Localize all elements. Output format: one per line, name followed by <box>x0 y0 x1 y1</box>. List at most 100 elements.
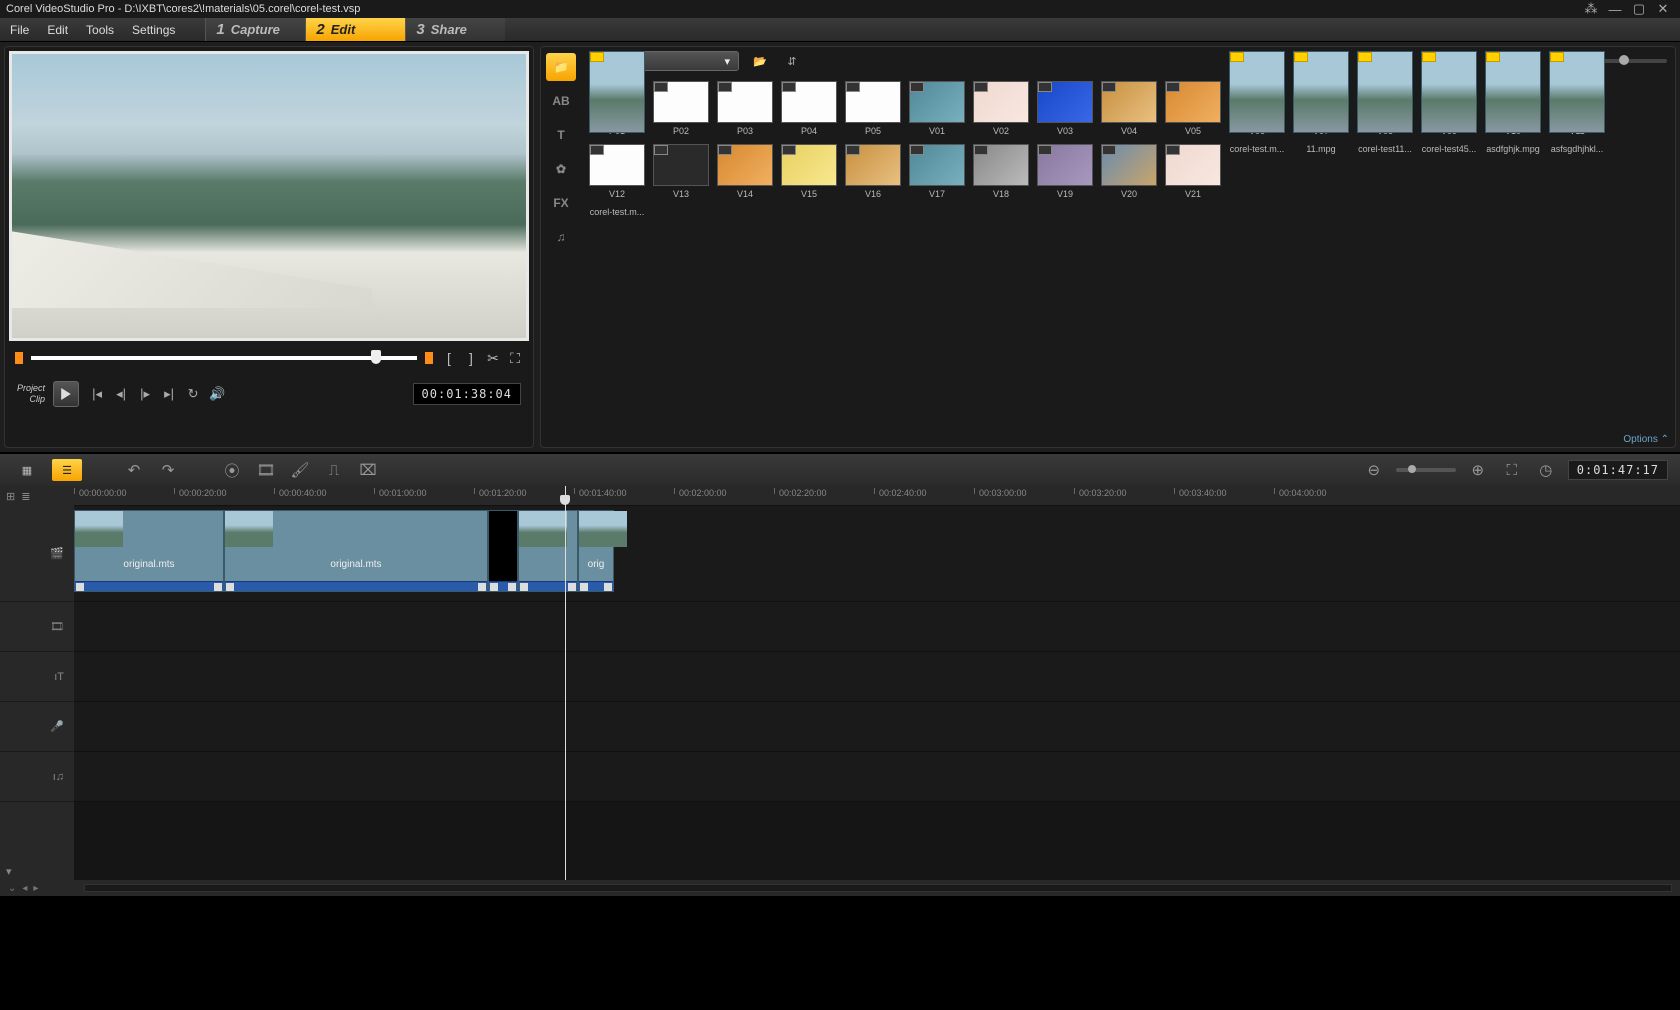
timeline-view-button[interactable]: ☰ <box>52 459 82 481</box>
library-item[interactable]: asfsgdhjhkl... <box>1549 144 1605 199</box>
library-tab-filter[interactable]: FX <box>546 189 576 217</box>
library-options-toggle[interactable]: Options ⌃ <box>1623 434 1669 445</box>
maximize-icon[interactable]: ▢ <box>1628 2 1650 16</box>
library-item[interactable]: V19 <box>1037 144 1093 199</box>
undo-icon[interactable]: ↶ <box>122 461 146 479</box>
library-item[interactable]: V18 <box>973 144 1029 199</box>
project-duration[interactable]: 0:01:47:17 <box>1568 460 1668 480</box>
painting-creator-icon[interactable]: 🖌 <box>288 461 312 479</box>
library-item[interactable]: P04 <box>781 81 837 136</box>
library-item[interactable]: 11.mpg <box>1293 144 1349 199</box>
zoom-in-icon[interactable]: ⊕ <box>1466 461 1490 479</box>
sort-icon[interactable]: ⇵ <box>781 51 803 71</box>
step-edit[interactable]: 2Edit <box>305 18 405 41</box>
library-item[interactable]: P02 <box>653 81 709 136</box>
trim-out-handle[interactable] <box>425 352 433 364</box>
horizontal-scrollbar[interactable] <box>84 884 1672 892</box>
clock-icon[interactable]: ◷ <box>1534 461 1558 479</box>
split-clip-icon[interactable]: ✂ <box>485 350 501 367</box>
library-item[interactable]: P05 <box>845 81 901 136</box>
library-item[interactable]: V13 <box>653 144 709 199</box>
enlarge-icon[interactable]: ⛶ <box>507 350 523 367</box>
overlay-track[interactable] <box>74 602 1680 652</box>
prev-frame-icon[interactable]: ◂| <box>113 386 129 402</box>
voice-track[interactable] <box>74 702 1680 752</box>
mode-clip-label[interactable]: Clip <box>17 394 45 405</box>
library-item[interactable]: V02 <box>973 81 1029 136</box>
close-icon[interactable]: ✕ <box>1652 2 1674 16</box>
timeline-clip[interactable]: original.mts <box>224 510 488 592</box>
step-capture[interactable]: 1Capture <box>205 18 305 41</box>
library-item[interactable]: V15 <box>781 144 837 199</box>
title-track[interactable] <box>74 652 1680 702</box>
title-track-header[interactable]: ıT <box>0 652 74 702</box>
sound-mixer-icon[interactable]: ⎍ <box>322 462 346 479</box>
mark-out-icon[interactable]: ] <box>463 350 479 367</box>
library-item[interactable]: V14 <box>717 144 773 199</box>
music-track-header[interactable]: ı♫ <box>0 752 74 802</box>
volume-icon[interactable]: 🔊 <box>209 386 225 402</box>
zoom-out-icon[interactable]: ⊖ <box>1362 461 1386 479</box>
next-frame-icon[interactable]: |▸ <box>137 386 153 402</box>
music-track[interactable] <box>74 752 1680 802</box>
library-item[interactable]: corel-test.m... <box>1229 144 1285 199</box>
library-item[interactable]: P03 <box>717 81 773 136</box>
library-item[interactable]: V05 <box>1165 81 1221 136</box>
scroll-left-icon[interactable]: ◂ <box>22 883 27 894</box>
repeat-icon[interactable]: ↻ <box>185 386 201 402</box>
timeline-clip[interactable]: original.mts <box>74 510 224 592</box>
preview-timecode[interactable]: 00:01:38:04 <box>413 383 521 405</box>
library-item[interactable]: asdfghjk.mpg <box>1485 144 1541 199</box>
storyboard-view-button[interactable]: ▦ <box>12 459 42 481</box>
fit-project-icon[interactable]: ⛶ <box>1500 462 1524 479</box>
library-item[interactable]: V21 <box>1165 144 1221 199</box>
record-icon[interactable]: ⦿ <box>220 460 244 481</box>
mark-in-icon[interactable]: [ <box>441 350 457 367</box>
library-item[interactable]: V03 <box>1037 81 1093 136</box>
minimize-icon[interactable]: — <box>1604 2 1626 16</box>
library-tab-graphic[interactable]: ✿ <box>546 155 576 183</box>
video-track-header[interactable]: 🎬 <box>0 506 74 602</box>
instant-project-icon[interactable]: ⌧ <box>356 461 380 479</box>
library-item[interactable]: V16 <box>845 144 901 199</box>
library-item[interactable]: V20 <box>1101 144 1157 199</box>
help-icon[interactable]: ⁂ <box>1580 2 1602 16</box>
go-start-icon[interactable]: |◂ <box>89 386 105 402</box>
timeline-clip[interactable]: orig <box>578 510 614 592</box>
library-tab-audio[interactable]: ♫ <box>546 223 576 251</box>
batch-convert-icon[interactable]: 🎞 <box>254 461 278 479</box>
library-tab-title[interactable]: T <box>546 121 576 149</box>
scroll-right-icon[interactable]: ▸ <box>33 883 38 894</box>
trim-in-handle[interactable] <box>15 352 23 364</box>
mode-project-label[interactable]: Project <box>17 383 45 394</box>
toggle-all-tracks-icon[interactable]: ⊞ <box>6 490 15 503</box>
library-tab-transition[interactable]: AB <box>546 87 576 115</box>
go-end-icon[interactable]: ▸| <box>161 386 177 402</box>
play-button[interactable] <box>53 381 79 407</box>
video-track[interactable]: original.mtsoriginal.mts orig <box>74 506 1680 602</box>
overlay-track-header[interactable]: 🎞 <box>0 602 74 652</box>
time-ruler[interactable]: 00:00:00:0000:00:20:0000:00:40:0000:01:0… <box>74 486 1680 506</box>
timeline-clip[interactable] <box>518 510 578 592</box>
library-item[interactable]: V04 <box>1101 81 1157 136</box>
menu-file[interactable]: File <box>10 23 29 37</box>
voice-track-header[interactable]: 🎤 <box>0 702 74 752</box>
library-item[interactable]: corel-test.m... <box>589 207 645 217</box>
library-item[interactable]: corel-test45... <box>1421 144 1477 199</box>
playhead[interactable] <box>565 486 566 880</box>
add-folder-icon[interactable]: 📂 <box>749 51 771 71</box>
timeline-clip[interactable] <box>488 510 518 592</box>
menu-tools[interactable]: Tools <box>86 23 114 37</box>
menu-settings[interactable]: Settings <box>132 23 175 37</box>
library-item[interactable]: V12 <box>589 144 645 199</box>
scrub-bar[interactable] <box>31 356 417 360</box>
zoom-slider[interactable] <box>1396 468 1456 472</box>
collapse-icon[interactable]: ⌄ <box>8 883 16 894</box>
step-share[interactable]: 3Share <box>405 18 505 41</box>
library-item[interactable]: V17 <box>909 144 965 199</box>
library-item[interactable]: V01 <box>909 81 965 136</box>
scrub-thumb[interactable] <box>371 350 381 364</box>
expand-down-icon[interactable]: ▾ <box>6 865 12 878</box>
library-item[interactable]: corel-test11... <box>1357 144 1413 199</box>
redo-icon[interactable]: ↷ <box>156 461 180 479</box>
